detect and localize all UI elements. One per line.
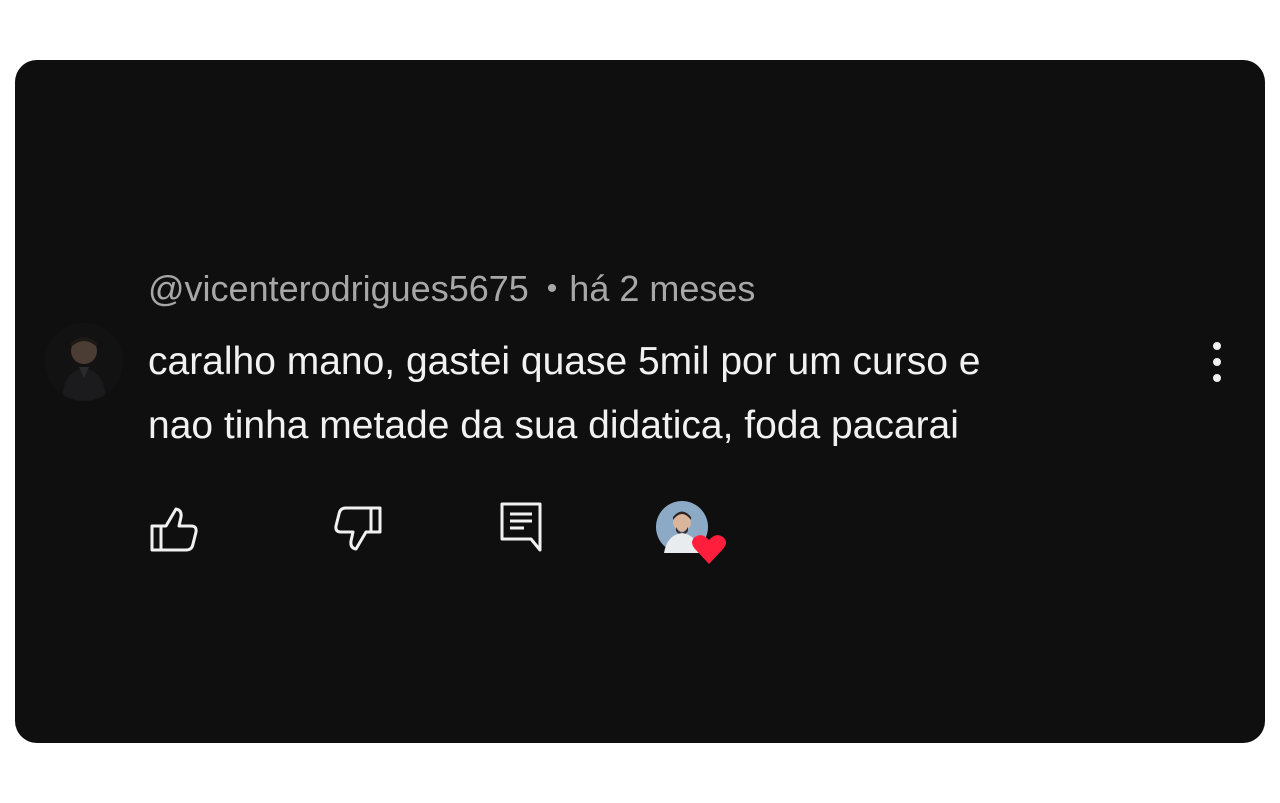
comment-reply-icon [500,502,542,552]
creator-heart-icon [656,501,726,564]
more-vertical-icon [1213,342,1221,382]
thumbs-down-icon [334,506,382,551]
like-button[interactable] [148,504,200,556]
comment-meta: @vicenterodrigues5675 • há 2 meses [148,266,755,312]
avatar-portrait-icon [45,323,123,401]
comment-line: nao tinha metade da sua didatica, foda p… [148,404,959,447]
thumbs-up-icon [150,507,198,552]
comment-text: caralho mano, gastei quase 5mil por um c… [148,330,1178,458]
user-avatar[interactable] [45,323,123,401]
author-handle[interactable]: @vicenterodrigues5675 [148,268,529,310]
comment-line: caralho mano, gastei quase 5mil por um c… [148,340,981,383]
reply-button[interactable] [498,500,550,552]
dislike-button[interactable] [332,502,384,554]
comment-timestamp[interactable]: há 2 meses [569,268,755,310]
meta-separator: • [546,272,558,305]
creator-heart-badge [655,500,727,566]
more-options-button[interactable] [1197,338,1237,386]
